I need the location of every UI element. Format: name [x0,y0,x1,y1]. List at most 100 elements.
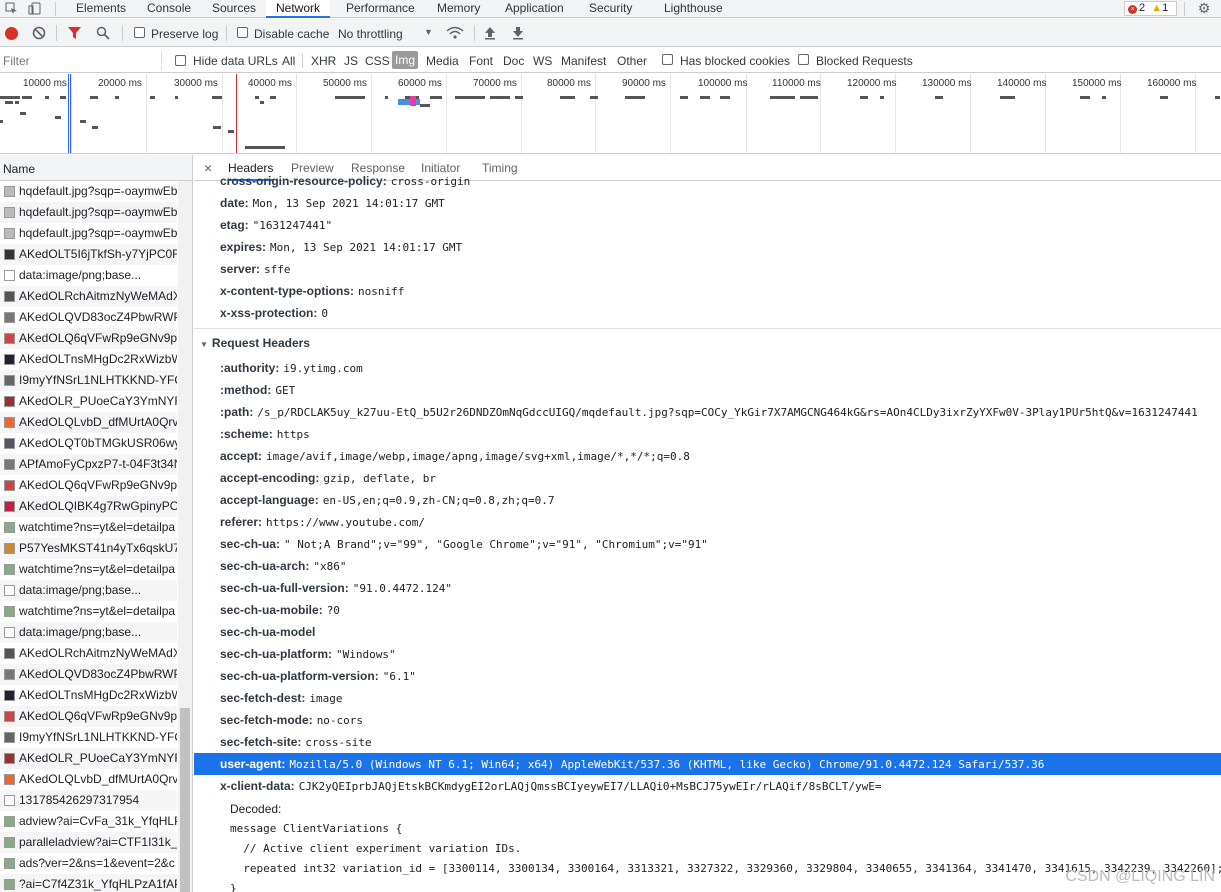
header-row[interactable]: user-agent: Mozilla/5.0 (Windows NT 6.1; … [194,753,1221,775]
header-row[interactable]: x-client-data: CJK2yQEIprbJAQjEtskBCKmdyg… [220,775,881,797]
header-row[interactable]: sec-fetch-dest: image [220,687,342,709]
has-blocked-cookies-checkbox[interactable] [662,54,673,65]
header-row[interactable]: cross-origin-resource-policy: cross-origi… [220,170,470,192]
request-row[interactable]: data:image/png;base... [0,622,177,643]
export-har-download-icon[interactable] [512,26,524,40]
request-row[interactable]: 131785426297317954 [0,790,177,811]
request-row[interactable]: hqdefault.jpg?sqp=-oaymwEb [0,202,177,223]
chevron-down-icon[interactable]: ▼ [424,27,433,37]
search-icon[interactable] [96,26,110,40]
request-row[interactable]: AKedOLQVD83ocZ4PbwRWP. [0,307,177,328]
request-row[interactable]: AKedOLR_PUoeCaY3YmNYR0 [0,391,177,412]
request-row[interactable]: AKedOLQIBK4g7RwGpinyPOx [0,496,177,517]
header-row[interactable]: sec-ch-ua-mobile: ?0 [220,599,340,621]
filter-funnel-icon[interactable] [67,26,82,40]
request-row[interactable]: hqdefault.jpg?sqp=-oaymwEb [0,181,177,202]
type-filter-doc[interactable]: Doc [503,54,524,68]
tab-sources[interactable]: Sources [212,0,256,18]
request-row[interactable]: watchtime?ns=yt&el=detailpa [0,559,177,580]
header-row[interactable]: x-xss-protection: 0 [220,302,328,324]
import-har-upload-icon[interactable] [484,26,496,40]
header-row[interactable]: :path:/s_p/RDCLAK5uy_k27uu-EtQ_b5U2r26DN… [220,401,1198,423]
tab-console[interactable]: Console [147,0,191,18]
header-row[interactable]: sec-fetch-mode: no-cors [220,709,363,731]
request-row[interactable]: ?ai=C7f4Z31k_YfqHLPzA1fAP5 [0,874,177,892]
request-row[interactable]: I9myYfNSrL1NLHTKKND-YFO2 [0,370,177,391]
close-icon[interactable]: × [204,155,212,181]
request-row[interactable]: watchtime?ns=yt&el=detailpa [0,601,177,622]
type-filter-manifest[interactable]: Manifest [561,54,606,68]
type-filter-all[interactable]: All [282,54,295,68]
request-row[interactable]: AKedOLQ6qVFwRp9eGNv9p2 [0,706,177,727]
header-row[interactable]: sec-ch-ua: " Not;A Brand";v="99", "Google… [220,533,708,555]
request-row[interactable]: AKedOLR_PUoeCaY3YmNYR0 [0,748,177,769]
request-row[interactable]: AKedOLQLvbD_dfMUrtA0Qrvi [0,412,177,433]
throttling-select[interactable]: No throttling [338,27,403,41]
header-row[interactable]: accept-encoding: gzip, deflate, br [220,467,436,489]
request-row[interactable]: P57YesMKST41n4yTx6qskU71 [0,538,177,559]
header-row[interactable]: sec-ch-ua-model [220,621,319,643]
device-toolbar-icon[interactable] [26,1,46,15]
record-icon[interactable] [5,27,18,40]
request-row[interactable]: AKedOLT5I6jTkfSh-y7YjPC0FU [0,244,177,265]
header-row[interactable]: server: sffe [220,258,291,280]
header-row[interactable]: referer: https://www.youtube.com/ [220,511,425,533]
request-row[interactable]: watchtime?ns=yt&el=detailpa [0,517,177,538]
request-row[interactable]: hqdefault.jpg?sqp=-oaymwEb [0,223,177,244]
preserve-log-checkbox[interactable] [134,27,145,38]
header-row[interactable]: sec-ch-ua-platform: "Windows" [220,643,396,665]
tab-application[interactable]: Application [505,0,564,18]
settings-gear-icon[interactable]: ⚙ [1196,0,1212,16]
header-row[interactable]: sec-ch-ua-arch: "x86" [220,555,347,577]
issues-counter[interactable]: × 2 ▲1 [1124,1,1177,16]
type-filter-ws[interactable]: WS [533,54,552,68]
request-row[interactable]: AKedOLRchAitmzNyWeMAdX [0,643,177,664]
tab-elements[interactable]: Elements [76,0,126,18]
tab-timing[interactable]: Timing [482,155,518,181]
type-filter-css[interactable]: CSS [365,54,390,68]
header-row[interactable]: date: Mon, 13 Sep 2021 14:01:17 GMT [220,192,445,214]
request-row[interactable]: AKedOLTnsMHgDc2RxWizbW [0,685,177,706]
header-row[interactable]: sec-ch-ua-platform-version: "6.1" [220,665,416,687]
tab-performance[interactable]: Performance [346,0,415,18]
request-list-scrollbar[interactable] [178,181,192,892]
header-row[interactable]: accept: image/avif,image/webp,image/apng,… [220,445,690,467]
request-row[interactable]: ads?ver=2&ns=1&event=2&c [0,853,177,874]
request-row[interactable]: I9myYfNSrL1NLHTKKND-YFO2 [0,727,177,748]
name-column-header[interactable]: Name [0,155,192,181]
request-row[interactable]: AKedOLTnsMHgDc2RxWizbW [0,349,177,370]
header-row[interactable]: x-content-type-options: nosniff [220,280,404,302]
header-row[interactable]: :method: GET [220,379,295,401]
filter-input[interactable] [0,51,162,70]
clear-icon[interactable] [32,26,46,40]
header-row[interactable]: expires: Mon, 13 Sep 2021 14:01:17 GMT [220,236,462,258]
hide-data-urls-checkbox[interactable] [175,55,186,66]
type-filter-js[interactable]: JS [344,54,358,68]
request-row[interactable]: data:image/png;base... [0,580,177,601]
request-row[interactable]: AKedOLQ6qVFwRp9eGNv9p2 [0,328,177,349]
request-row[interactable]: AKedOLQLvbD_dfMUrtA0Qrvi [0,769,177,790]
request-row[interactable]: AKedOLQVD83ocZ4PbwRWP. [0,664,177,685]
tab-security[interactable]: Security [589,0,632,18]
request-row[interactable]: paralleladview?ai=CTF1I31k_Y [0,832,177,853]
request-row[interactable]: AKedOLRchAitmzNyWeMAdX [0,286,177,307]
tab-lighthouse[interactable]: Lighthouse [664,0,723,18]
type-filter-font[interactable]: Font [469,54,493,68]
header-row[interactable]: :scheme: https [220,423,310,445]
scrollbar-thumb[interactable] [180,708,190,892]
header-row[interactable]: sec-ch-ua-full-version: "91.0.4472.124" [220,577,452,599]
header-row[interactable]: etag: "1631247441" [220,214,332,236]
disable-cache-checkbox[interactable] [237,27,248,38]
network-overview-timeline[interactable]: 10000 ms 20000 ms 30000 ms 40000 ms 50000 ms… [0,74,1221,154]
tab-network[interactable]: Network [266,0,331,18]
network-conditions-wifi-icon[interactable] [446,26,464,40]
request-row[interactable]: AKedOLQ6qVFwRp9eGNv9p2 [0,475,177,496]
type-filter-xhr[interactable]: XHR [311,54,336,68]
request-row[interactable]: adview?ai=CvFa_31k_YfqHLPz [0,811,177,832]
header-row[interactable]: accept-language: en-US,en;q=0.9,zh-CN;q=0… [220,489,555,511]
request-row[interactable]: data:image/png;base... [0,265,177,286]
type-filter-other[interactable]: Other [617,54,647,68]
header-row[interactable]: :authority: i9.ytimg.com [220,357,363,379]
type-filter-media[interactable]: Media [426,54,459,68]
request-row[interactable]: AKedOLQT0bTMGkUSR06wy.. [0,433,177,454]
